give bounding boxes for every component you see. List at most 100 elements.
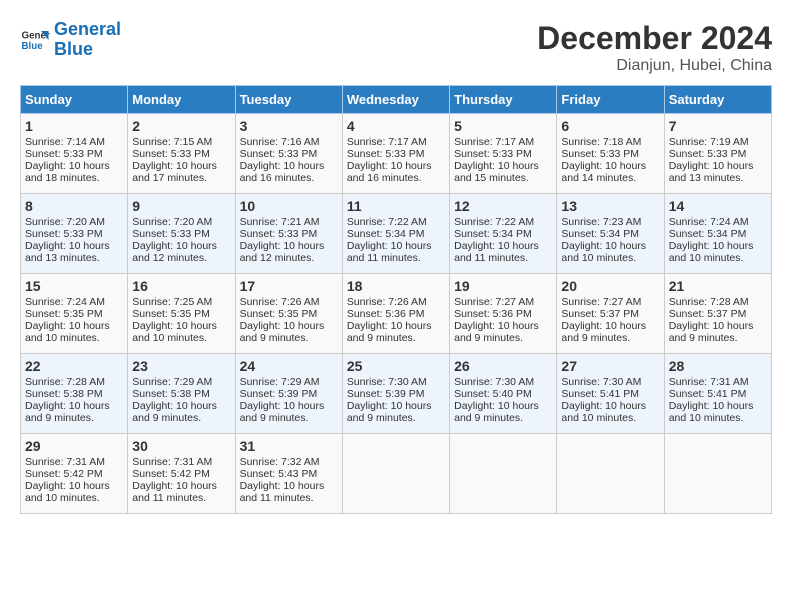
calendar-cell: 19Sunrise: 7:27 AMSunset: 5:36 PMDayligh… [450, 274, 557, 354]
sunset: Sunset: 5:40 PM [454, 388, 532, 400]
daylight: Daylight: 10 hours and 10 minutes. [561, 400, 646, 424]
sunset: Sunset: 5:33 PM [347, 148, 425, 160]
sunset: Sunset: 5:33 PM [240, 148, 318, 160]
sunset: Sunset: 5:38 PM [132, 388, 210, 400]
sunset: Sunset: 5:41 PM [669, 388, 747, 400]
calendar-cell: 20Sunrise: 7:27 AMSunset: 5:37 PMDayligh… [557, 274, 664, 354]
daylight: Daylight: 10 hours and 9 minutes. [240, 400, 325, 424]
sunrise: Sunrise: 7:29 AM [240, 376, 320, 388]
sunset: Sunset: 5:34 PM [454, 228, 532, 240]
calendar-cell: 22Sunrise: 7:28 AMSunset: 5:38 PMDayligh… [21, 354, 128, 434]
daylight: Daylight: 10 hours and 11 minutes. [132, 480, 217, 504]
calendar-cell: 7Sunrise: 7:19 AMSunset: 5:33 PMDaylight… [664, 114, 771, 194]
calendar-cell [450, 434, 557, 514]
sunrise: Sunrise: 7:19 AM [669, 136, 749, 148]
logo-icon: General Blue [20, 25, 50, 55]
calendar-cell: 3Sunrise: 7:16 AMSunset: 5:33 PMDaylight… [235, 114, 342, 194]
day-number: 6 [561, 118, 659, 134]
sunrise: Sunrise: 7:26 AM [347, 296, 427, 308]
calendar-cell: 5Sunrise: 7:17 AMSunset: 5:33 PMDaylight… [450, 114, 557, 194]
daylight: Daylight: 10 hours and 10 minutes. [561, 240, 646, 264]
day-number: 2 [132, 118, 230, 134]
daylight: Daylight: 10 hours and 14 minutes. [561, 160, 646, 184]
day-number: 12 [454, 198, 552, 214]
daylight: Daylight: 10 hours and 9 minutes. [669, 320, 754, 344]
day-number: 29 [25, 438, 123, 454]
sunset: Sunset: 5:35 PM [240, 308, 318, 320]
calendar-cell: 2Sunrise: 7:15 AMSunset: 5:33 PMDaylight… [128, 114, 235, 194]
day-number: 30 [132, 438, 230, 454]
col-friday: Friday [557, 86, 664, 114]
calendar-cell: 15Sunrise: 7:24 AMSunset: 5:35 PMDayligh… [21, 274, 128, 354]
day-number: 20 [561, 278, 659, 294]
calendar-cell: 24Sunrise: 7:29 AMSunset: 5:39 PMDayligh… [235, 354, 342, 434]
sunset: Sunset: 5:36 PM [454, 308, 532, 320]
calendar-cell: 8Sunrise: 7:20 AMSunset: 5:33 PMDaylight… [21, 194, 128, 274]
daylight: Daylight: 10 hours and 13 minutes. [669, 160, 754, 184]
calendar-cell: 30Sunrise: 7:31 AMSunset: 5:42 PMDayligh… [128, 434, 235, 514]
col-saturday: Saturday [664, 86, 771, 114]
calendar-cell: 18Sunrise: 7:26 AMSunset: 5:36 PMDayligh… [342, 274, 449, 354]
svg-text:Blue: Blue [22, 41, 44, 52]
sunrise: Sunrise: 7:25 AM [132, 296, 212, 308]
sunset: Sunset: 5:34 PM [669, 228, 747, 240]
daylight: Daylight: 10 hours and 15 minutes. [454, 160, 539, 184]
calendar-subtitle: Dianjun, Hubei, China [537, 57, 772, 75]
daylight: Daylight: 10 hours and 9 minutes. [454, 400, 539, 424]
calendar-cell: 27Sunrise: 7:30 AMSunset: 5:41 PMDayligh… [557, 354, 664, 434]
daylight: Daylight: 10 hours and 10 minutes. [669, 240, 754, 264]
col-thursday: Thursday [450, 86, 557, 114]
calendar-cell: 10Sunrise: 7:21 AMSunset: 5:33 PMDayligh… [235, 194, 342, 274]
sunset: Sunset: 5:33 PM [240, 228, 318, 240]
calendar-cell: 26Sunrise: 7:30 AMSunset: 5:40 PMDayligh… [450, 354, 557, 434]
calendar-row-4: 22Sunrise: 7:28 AMSunset: 5:38 PMDayligh… [21, 354, 772, 434]
day-number: 18 [347, 278, 445, 294]
calendar-cell: 14Sunrise: 7:24 AMSunset: 5:34 PMDayligh… [664, 194, 771, 274]
day-number: 22 [25, 358, 123, 374]
col-wednesday: Wednesday [342, 86, 449, 114]
day-number: 25 [347, 358, 445, 374]
calendar-row-3: 15Sunrise: 7:24 AMSunset: 5:35 PMDayligh… [21, 274, 772, 354]
calendar-cell: 6Sunrise: 7:18 AMSunset: 5:33 PMDaylight… [557, 114, 664, 194]
sunset: Sunset: 5:33 PM [561, 148, 639, 160]
daylight: Daylight: 10 hours and 16 minutes. [347, 160, 432, 184]
sunset: Sunset: 5:33 PM [132, 228, 210, 240]
sunrise: Sunrise: 7:16 AM [240, 136, 320, 148]
daylight: Daylight: 10 hours and 10 minutes. [132, 320, 217, 344]
daylight: Daylight: 10 hours and 9 minutes. [561, 320, 646, 344]
calendar-header: Sunday Monday Tuesday Wednesday Thursday… [21, 86, 772, 114]
daylight: Daylight: 10 hours and 9 minutes. [25, 400, 110, 424]
sunrise: Sunrise: 7:20 AM [25, 216, 105, 228]
sunrise: Sunrise: 7:31 AM [25, 456, 105, 468]
col-monday: Monday [128, 86, 235, 114]
daylight: Daylight: 10 hours and 11 minutes. [240, 480, 325, 504]
calendar-cell: 23Sunrise: 7:29 AMSunset: 5:38 PMDayligh… [128, 354, 235, 434]
day-number: 23 [132, 358, 230, 374]
sunset: Sunset: 5:37 PM [669, 308, 747, 320]
calendar-row-1: 1Sunrise: 7:14 AMSunset: 5:33 PMDaylight… [21, 114, 772, 194]
sunrise: Sunrise: 7:17 AM [347, 136, 427, 148]
sunrise: Sunrise: 7:21 AM [240, 216, 320, 228]
sunrise: Sunrise: 7:29 AM [132, 376, 212, 388]
calendar-row-5: 29Sunrise: 7:31 AMSunset: 5:42 PMDayligh… [21, 434, 772, 514]
sunrise: Sunrise: 7:15 AM [132, 136, 212, 148]
calendar-cell: 17Sunrise: 7:26 AMSunset: 5:35 PMDayligh… [235, 274, 342, 354]
sunrise: Sunrise: 7:23 AM [561, 216, 641, 228]
day-number: 10 [240, 198, 338, 214]
sunset: Sunset: 5:33 PM [25, 228, 103, 240]
sunset: Sunset: 5:33 PM [454, 148, 532, 160]
day-number: 26 [454, 358, 552, 374]
calendar-cell: 11Sunrise: 7:22 AMSunset: 5:34 PMDayligh… [342, 194, 449, 274]
logo-text-line1: General [54, 20, 121, 40]
daylight: Daylight: 10 hours and 9 minutes. [347, 320, 432, 344]
sunset: Sunset: 5:34 PM [561, 228, 639, 240]
sunset: Sunset: 5:33 PM [669, 148, 747, 160]
day-number: 8 [25, 198, 123, 214]
sunset: Sunset: 5:33 PM [132, 148, 210, 160]
sunrise: Sunrise: 7:22 AM [347, 216, 427, 228]
daylight: Daylight: 10 hours and 9 minutes. [240, 320, 325, 344]
day-number: 11 [347, 198, 445, 214]
calendar-row-2: 8Sunrise: 7:20 AMSunset: 5:33 PMDaylight… [21, 194, 772, 274]
day-number: 9 [132, 198, 230, 214]
daylight: Daylight: 10 hours and 11 minutes. [454, 240, 539, 264]
